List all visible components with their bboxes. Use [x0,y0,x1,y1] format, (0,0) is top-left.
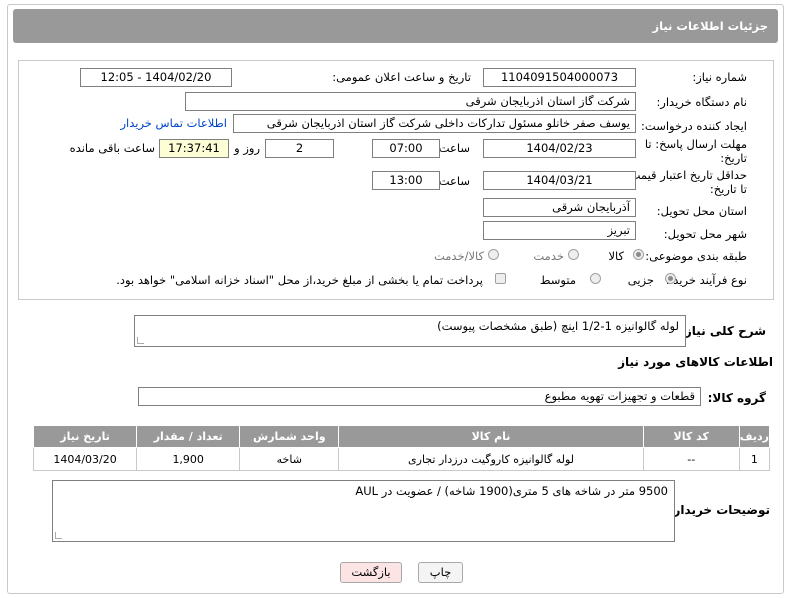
need-number-label: شماره نیاز: [692,70,747,84]
buyer-org-label: نام دستگاه خریدار: [656,95,747,109]
announce-datetime-label: تاریخ و ساعت اعلان عمومی: [332,70,471,84]
requester-field: یوسف صفر خانلو مسئول تدارکات داخلی شرکت … [233,114,636,133]
remaining-time-label: ساعت باقی مانده [69,141,155,155]
category-option-goods: کالا [608,249,624,263]
delivery-province-label: استان محل تحویل: [656,204,747,218]
treasury-checkbox[interactable] [495,273,506,284]
buyer-notes-label: توضیحات خریدار: [668,503,770,517]
price-validity-date-field: 1404/03/21 [483,171,636,190]
process-option-medium: متوسط [539,273,576,287]
col-quantity: تعداد / مقدار [136,425,241,448]
resize-grip-icon[interactable] [137,337,144,344]
category-option-goods-service: کالا/خدمت [433,249,484,263]
description-text: لوله گالوانیزه 1-1/2 اینچ (طبق مشخصات پی… [437,319,679,333]
col-row-number: ردیف [738,425,771,448]
cell-item-name: لوله گالوانیزه کاروگیت درزدار تجاری [338,447,644,471]
deadline-label-line2: تاریخ: [720,151,747,165]
items-table: ردیف کد کالا نام کالا واحد شمارش تعداد /… [32,425,771,471]
cell-item-code: -- [642,447,740,471]
category-radio-goods[interactable] [633,249,644,260]
category-radio-service[interactable] [568,249,579,260]
goods-info-title: اطلاعات کالاهای مورد نیاز [618,355,773,369]
cell-row-number: 1 [738,447,771,471]
col-unit: واحد شمارش [239,425,340,448]
price-validity-time-field: 13:00 [372,171,440,190]
page-header: جزئیات اطلاعات نیاز [13,9,778,43]
buyer-contact-link[interactable]: اطلاعات تماس خریدار [120,116,227,130]
buyer-notes-textarea[interactable]: 9500 متر در شاخه های 5 متری(1900 شاخه) /… [52,480,675,542]
category-option-service: خدمت [533,249,564,263]
back-button[interactable]: بازگشت [340,562,402,583]
process-option-minor: جزیی [627,273,654,287]
price-validity-time-label: ساعت [438,174,470,188]
resize-grip-icon[interactable] [55,532,62,539]
goods-group-field: قطعات و تجهیزات تهویه مطبوع [138,387,701,406]
delivery-city-label: شهر محل تحویل: [663,227,747,241]
description-textarea[interactable]: لوله گالوانیزه 1-1/2 اینچ (طبق مشخصات پی… [134,315,686,347]
cell-unit: شاخه [239,447,340,471]
category-label: طبقه بندی موضوعی: [645,249,747,263]
treasury-note: پرداخت تمام یا بخشی از مبلغ خرید،از محل … [116,273,483,287]
buyer-org-field: شرکت گاز استان اذربایجان شرقی [185,92,636,111]
print-button[interactable]: چاپ [418,562,463,583]
price-validity-label-line2: تا تاریخ: [709,182,747,196]
table-row: 1 -- لوله گالوانیزه کاروگیت درزدار تجاری… [32,447,771,471]
announce-datetime-field: 1404/02/20 - 12:05 [80,68,232,87]
need-number-field: 1104091504000073 [483,68,636,87]
delivery-city-field: تبریز [483,221,636,240]
deadline-time-field: 07:00 [372,139,440,158]
deadline-time-label: ساعت [438,141,470,155]
buyer-notes-text: 9500 متر در شاخه های 5 متری(1900 شاخه) /… [355,484,668,498]
price-validity-label-line1: حداقل تاریخ اعتبار قیمت: [625,168,747,182]
process-type-label: نوع فرآیند خرید : [665,273,747,287]
deadline-label-line1: مهلت ارسال پاسخ: تا [644,137,747,151]
description-label: شرح کلی نیاز: [680,324,766,338]
delivery-province-field: آذربایجان شرقی [483,198,636,217]
col-item-name: نام کالا [338,425,644,448]
deadline-days-field: 2 [265,139,334,158]
requester-label: ایجاد کننده درخواست: [641,119,747,133]
process-radio-medium[interactable] [590,273,601,284]
deadline-date-field: 1404/02/23 [483,139,636,158]
remaining-time-field: 17:37:41 [159,139,229,158]
col-item-code: کد کالا [642,425,740,448]
goods-group-label: گروه کالا: [707,391,766,405]
process-radio-minor[interactable] [665,273,676,284]
page-title: جزئیات اطلاعات نیاز [652,19,768,33]
cell-need-date: 1404/03/20 [32,447,138,471]
col-need-date: تاریخ نیاز [32,425,138,448]
days-label: روز و [234,141,260,155]
cell-quantity: 1,900 [136,447,241,471]
category-radio-goods-service[interactable] [488,249,499,260]
items-table-header: ردیف کد کالا نام کالا واحد شمارش تعداد /… [32,425,771,448]
